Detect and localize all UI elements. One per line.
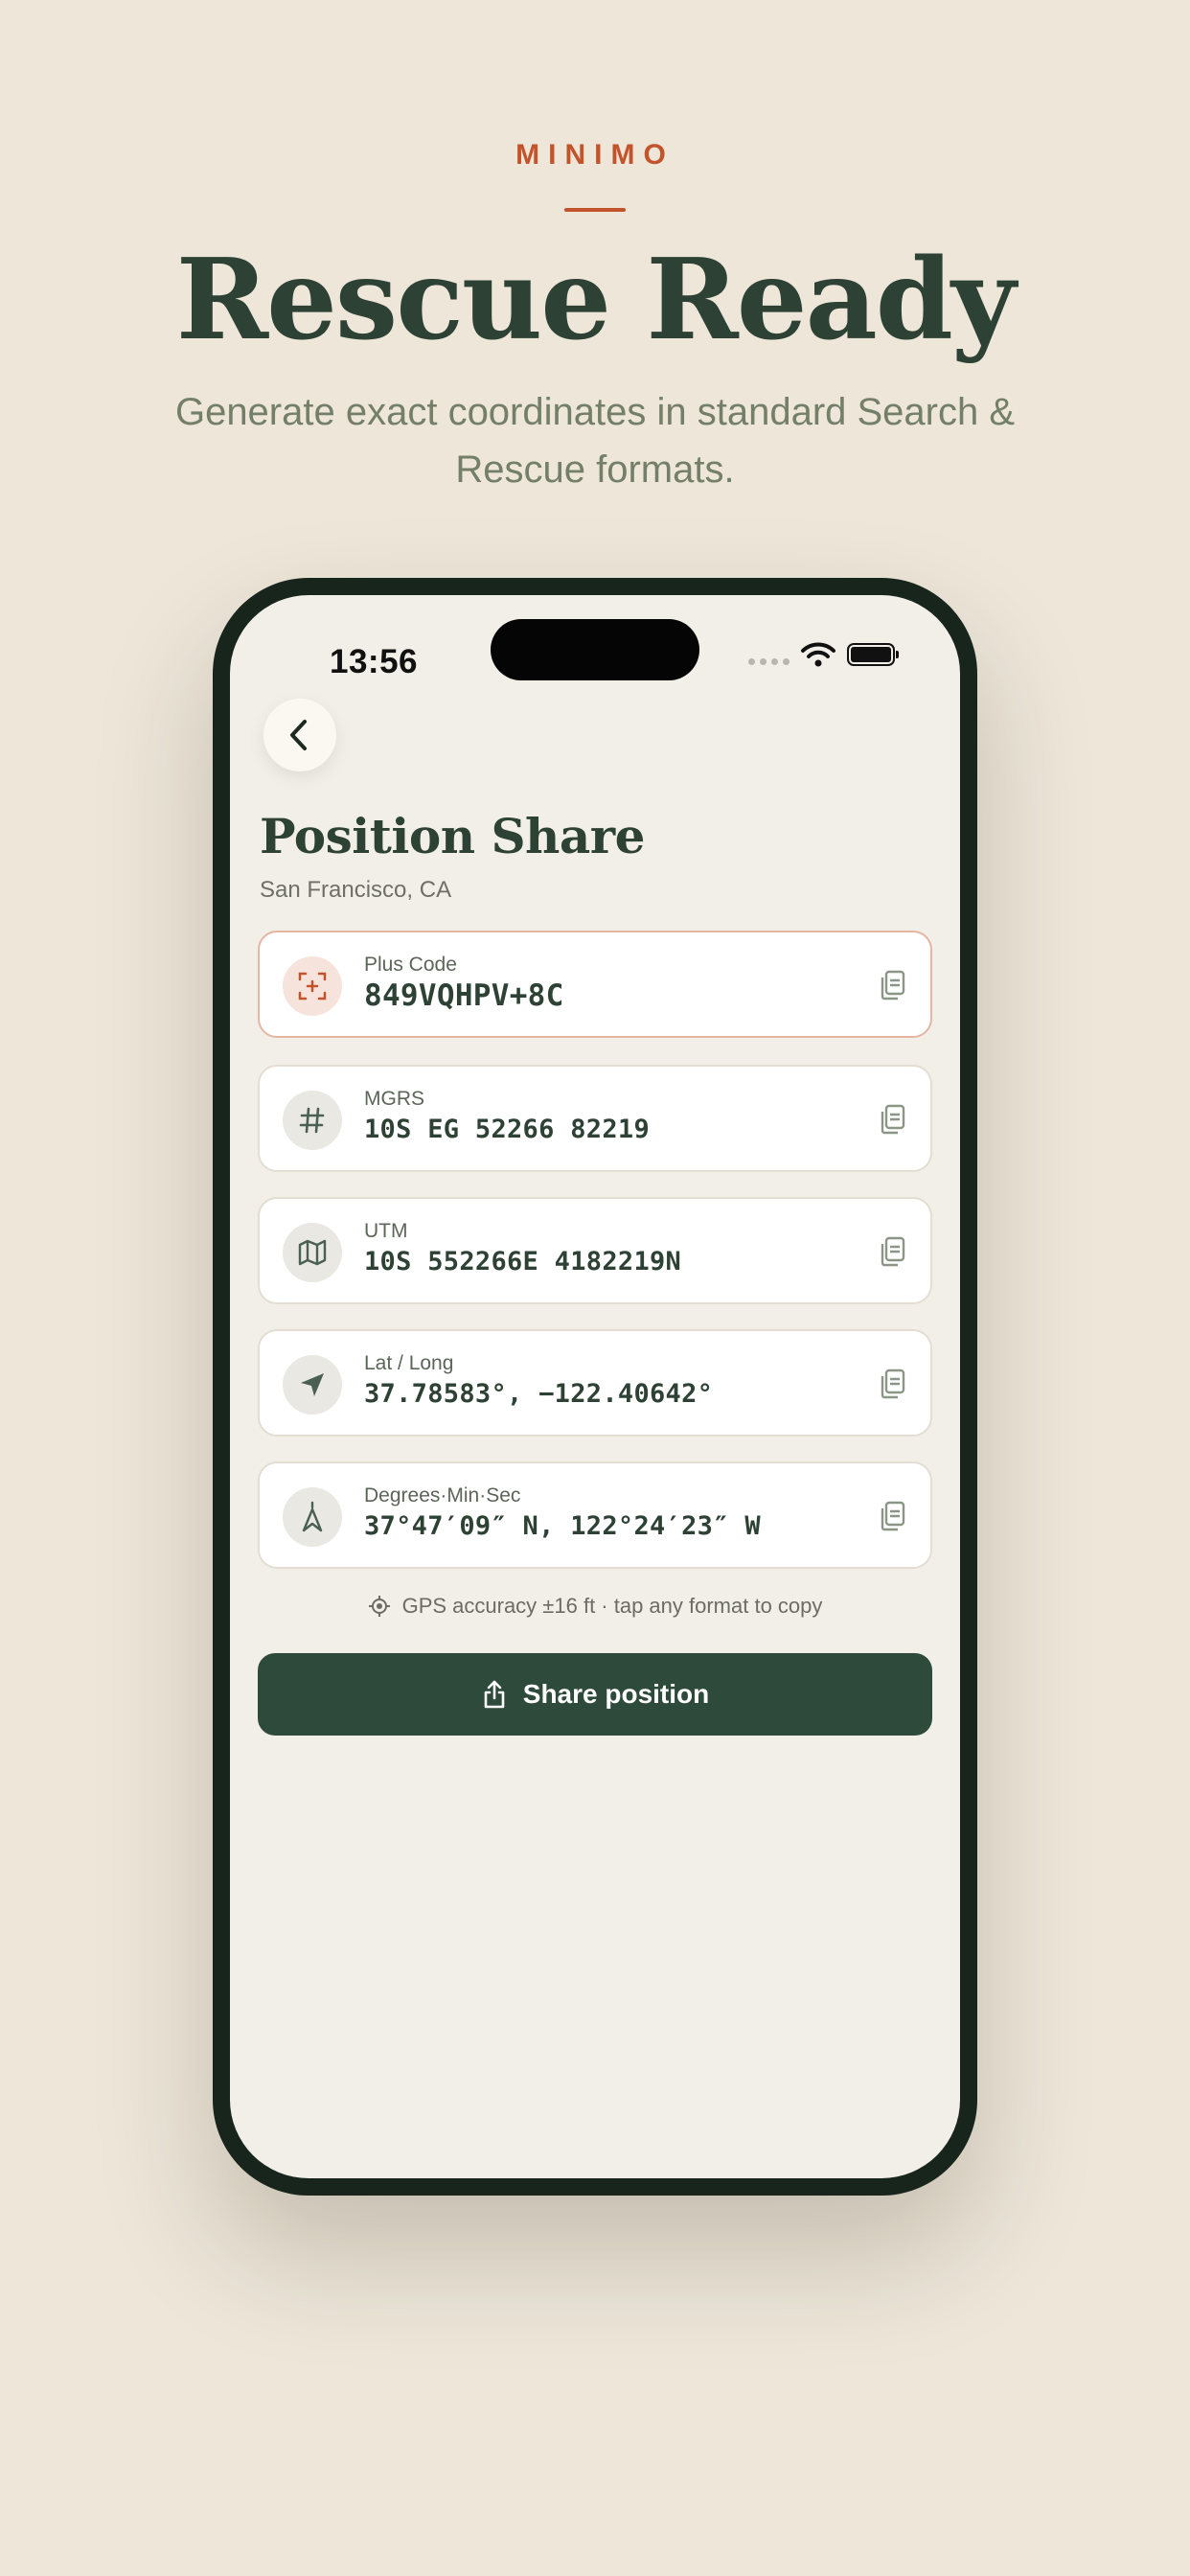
share-icon bbox=[484, 1680, 505, 1709]
hash-icon bbox=[283, 1091, 342, 1150]
format-label: MGRS bbox=[364, 1088, 424, 1110]
format-value: 10S 552266E 4182219N bbox=[364, 1247, 682, 1276]
status-icons bbox=[748, 635, 899, 674]
copy-icon[interactable] bbox=[875, 1498, 909, 1534]
subheadline: Generate exact coordinates in standard S… bbox=[174, 391, 1016, 491]
accuracy-text: GPS accuracy ±16 ft · tap any format to … bbox=[401, 1594, 823, 1618]
chevron-left-icon bbox=[290, 720, 307, 750]
dynamic-island bbox=[491, 619, 699, 680]
status-time: 13:56 bbox=[330, 643, 419, 680]
compass-icon bbox=[283, 1487, 342, 1547]
format-card-mgrs[interactable]: MGRS 10S EG 52266 82219 bbox=[258, 1065, 932, 1172]
navigation-arrow-icon bbox=[283, 1355, 342, 1414]
format-value: 849VQHPV+8C bbox=[364, 978, 564, 1013]
format-value: 10S EG 52266 82219 bbox=[364, 1115, 650, 1144]
copy-icon[interactable] bbox=[875, 1366, 909, 1402]
headline: Rescue Ready bbox=[175, 235, 1017, 365]
format-value: 37°47′09″ N, 122°24′23″ W bbox=[364, 1511, 761, 1541]
copy-icon[interactable] bbox=[875, 967, 909, 1003]
brand-name: MINIMO bbox=[515, 139, 675, 171]
copy-icon[interactable] bbox=[875, 1233, 909, 1270]
phone-frame: 13:56 Position Share San Francisco, CA P… bbox=[213, 578, 977, 2196]
share-button-label: Share position bbox=[522, 1679, 710, 1709]
wifi-icon bbox=[801, 642, 835, 667]
share-position-button[interactable]: Share position bbox=[258, 1653, 932, 1736]
format-label: Degrees·Min·Sec bbox=[364, 1484, 521, 1506]
format-card-dms[interactable]: Degrees·Min·Sec 37°47′09″ N, 122°24′23″ … bbox=[258, 1461, 932, 1569]
plus-code-icon bbox=[283, 956, 342, 1016]
copy-icon[interactable] bbox=[875, 1101, 909, 1138]
battery-icon bbox=[847, 643, 899, 666]
format-card-plus-code[interactable]: Plus Code 849VQHPV+8C bbox=[258, 931, 932, 1038]
format-value: 37.78583°, −122.40642° bbox=[364, 1379, 714, 1409]
cellular-signal-icon bbox=[748, 657, 790, 665]
crosshair-icon bbox=[368, 1596, 390, 1617]
back-button[interactable] bbox=[263, 699, 336, 771]
format-label: Lat / Long bbox=[364, 1352, 454, 1374]
format-label: UTM bbox=[364, 1220, 408, 1242]
phone-screen: 13:56 Position Share San Francisco, CA P… bbox=[230, 595, 960, 2178]
screen-title: Position Share bbox=[260, 808, 645, 864]
gps-accuracy-note: GPS accuracy ±16 ft · tap any format to … bbox=[230, 1594, 960, 1619]
format-card-lat-long[interactable]: Lat / Long 37.78583°, −122.40642° bbox=[258, 1329, 932, 1437]
map-icon bbox=[283, 1223, 342, 1282]
brand-divider bbox=[564, 208, 626, 212]
location-label: San Francisco, CA bbox=[260, 877, 452, 903]
format-card-utm[interactable]: UTM 10S 552266E 4182219N bbox=[258, 1197, 932, 1304]
format-label: Plus Code bbox=[364, 954, 457, 976]
